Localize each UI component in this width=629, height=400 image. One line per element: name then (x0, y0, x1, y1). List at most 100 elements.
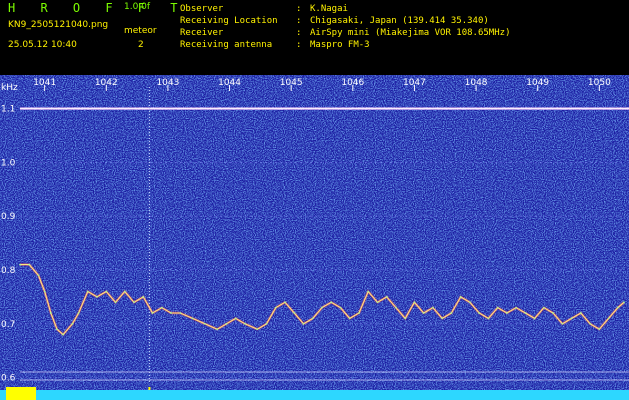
trace-point (151, 312, 154, 314)
trace-point (203, 322, 206, 325)
trace-point (86, 290, 89, 293)
x-tick-label: 1042 (95, 78, 118, 88)
trace-point (552, 312, 555, 314)
trace-point (533, 317, 536, 320)
trace-point (96, 295, 98, 298)
info-key: Receiving Location (180, 16, 278, 26)
trace-point (478, 312, 481, 314)
trace-point (413, 301, 416, 304)
trace-point (589, 322, 592, 325)
trace-point (441, 317, 444, 320)
trace-point (77, 312, 80, 314)
trace-point (311, 317, 314, 320)
trace-point (274, 306, 277, 309)
trace-point (404, 317, 407, 320)
y-axis-unit: kHz (1, 83, 18, 93)
noise-texture (0, 75, 629, 400)
y-tick-label: 0.8 (1, 266, 16, 276)
trace-point (450, 312, 453, 314)
version-label: 1.0.0f (124, 2, 151, 12)
trace-point (607, 317, 610, 320)
trace-point (244, 322, 246, 325)
x-tick-label: 1045 (280, 78, 303, 88)
info-row-receiver: Receiver: AirSpy mini (Miakejima VOR 108.… (180, 28, 511, 38)
y-tick-label: 0.7 (1, 320, 15, 330)
x-tick-label: 1049 (526, 78, 549, 88)
info-key: Observer (180, 4, 224, 14)
trace-point (505, 312, 508, 314)
trace-point (579, 312, 582, 314)
trace-point (225, 322, 228, 325)
trace-point (376, 301, 379, 304)
trace-point (367, 290, 370, 293)
filename-label: KN9_2505121040.png (8, 20, 109, 30)
x-tick-label: 1050 (588, 78, 611, 88)
trace-point (515, 306, 518, 309)
trace-point (432, 306, 434, 309)
level-indicator (6, 387, 36, 400)
trace-point (542, 306, 545, 309)
trace-point (19, 263, 21, 266)
trace-point (616, 306, 619, 309)
trace-point (422, 312, 425, 314)
trace-point (62, 333, 65, 336)
header: H R O F F T 1.0.0f KN9_2505121040.png me… (0, 0, 629, 75)
info-row-observer: Observer: K.Nagai (180, 4, 348, 14)
trace-point (191, 317, 194, 320)
spectrogram-svg: 1041 1042 1043 1044 1045 1046 1047 1048 1049 1050… (0, 75, 629, 400)
trace-point (321, 306, 323, 309)
x-tick-label: 1041 (33, 78, 56, 88)
trace-point (265, 322, 268, 325)
x-tick-label: 1044 (218, 78, 241, 88)
trace-point (487, 317, 490, 320)
x-tick-label: 1047 (403, 78, 426, 88)
trace-point (385, 295, 388, 298)
y-tick-label: 0.6 (1, 374, 16, 384)
info-row-location: Receiving Location: Chigasaki, Japan (139… (180, 16, 489, 26)
trace-point (524, 312, 527, 314)
trace-point (56, 328, 58, 331)
trace-point (395, 306, 397, 309)
trace-point (28, 263, 31, 266)
meteor-count: 2 (138, 40, 144, 50)
trace-point (570, 317, 573, 320)
trace-point (216, 328, 219, 331)
info-key: Receiving antenna (180, 40, 273, 50)
x-tick-label: 1046 (341, 78, 364, 88)
trace-point (284, 301, 286, 304)
trace-point (469, 301, 471, 304)
trace-point (496, 306, 499, 309)
trace-point (170, 312, 172, 314)
trace-point (179, 312, 182, 314)
trace-point (43, 290, 46, 293)
info-key: Receiver (180, 28, 224, 38)
meteor-label: meteor (124, 26, 157, 36)
y-tick-label: 0.9 (1, 212, 16, 222)
trace-point (71, 322, 74, 325)
app-name: H R O F F T (8, 1, 187, 15)
trace-point (623, 301, 625, 304)
spectrogram: 1041 1042 1043 1044 1045 1046 1047 1048 1049 1050… (0, 75, 629, 400)
trace-point (330, 301, 333, 304)
info-value: Maspro FM-3 (310, 40, 370, 50)
trace-point (256, 328, 259, 331)
x-tick-label: 1043 (156, 78, 179, 88)
trace-point (160, 306, 163, 309)
trace-point (105, 290, 108, 293)
info-value: Chigasaki, Japan (139.414 35.340) (310, 16, 489, 26)
trace-point (234, 317, 237, 320)
x-tick-label: 1048 (465, 78, 488, 88)
info-value: AirSpy mini (Miakejima VOR 108.65MHz) (310, 28, 511, 38)
trace-point (142, 295, 145, 298)
trace-point (133, 301, 135, 304)
station-info: Observer: K.Nagai Receiving Location: Chig… (180, 3, 510, 51)
info-row-antenna: Receiving antenna: Maspro FM-3 (180, 40, 370, 50)
trace-point (459, 295, 462, 298)
y-tick-label: 1.1 (1, 105, 15, 115)
trace-point (302, 322, 305, 325)
datetime-label: 25.05.12 10:40 (8, 40, 77, 50)
trace-point (37, 274, 40, 277)
trace-point (114, 301, 117, 304)
trace-point (358, 312, 360, 314)
trace-point (293, 312, 296, 314)
